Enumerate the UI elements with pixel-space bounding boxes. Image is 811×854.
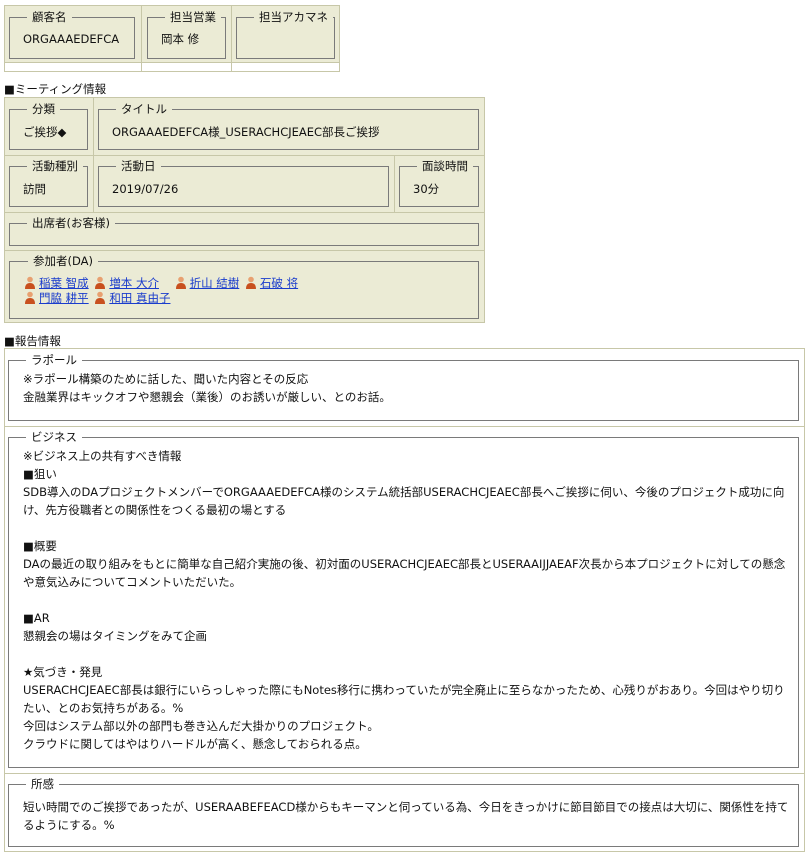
rapport-text: ※ラポール構築のために話した、聞いた内容とその反応 金融業界はキックオフや懇親会…	[23, 372, 391, 404]
title-value: ORGAAAEDEFCA様_USERACHCJEAEC部長ご挨拶	[112, 125, 380, 139]
rapport-label: ラポール	[31, 353, 77, 367]
customer-attendees-field: 出席者(お客様)	[9, 216, 479, 246]
person-icon	[25, 276, 35, 289]
participant-link[interactable]: 門脇 耕平	[39, 291, 89, 305]
customer-name-field: 顧客名 ORGAAAEDEFCA	[9, 10, 135, 59]
participant-link[interactable]: 増本 大介	[109, 276, 159, 290]
person-icon	[95, 276, 106, 289]
activity-type-field: 活動種別 訪問	[9, 159, 88, 207]
meeting-col-divider	[394, 155, 395, 212]
category-label: 分類	[32, 102, 55, 116]
participant: 石破 将	[245, 276, 298, 291]
customer-panel-footer	[4, 62, 340, 72]
person-icon	[245, 276, 256, 289]
title-field: タイトル ORGAAAEDEFCA様_USERACHCJEAEC部長ご挨拶	[98, 102, 479, 150]
participant-link[interactable]: 石破 将	[260, 276, 298, 290]
participants-field: 参加者(DA) 稲葉 智成 増本 大介 折山 結樹 石破 将 門脇 耕平 和田 …	[9, 254, 479, 319]
activity-type-value: 訪問	[23, 182, 46, 196]
sales-rep-label: 担当営業	[170, 10, 216, 24]
activity-date-label: 活動日	[121, 159, 156, 173]
person-icon	[95, 291, 106, 304]
customer-col-divider	[141, 5, 142, 72]
report-row-divider	[4, 426, 805, 427]
activity-date-field: 活動日 2019/07/26	[98, 159, 389, 207]
meeting-row-divider	[4, 212, 485, 213]
person-icon	[25, 291, 35, 304]
category-value: ご挨拶◆	[23, 125, 67, 139]
business-label: ビジネス	[31, 430, 77, 444]
business-text: ※ビジネス上の共有すべき情報 ■狙い SDB導入のDAプロジェクトメンバーでOR…	[23, 449, 786, 751]
report-row-divider	[4, 773, 805, 774]
participants-label: 参加者(DA)	[33, 254, 93, 268]
participant: 門脇 耕平	[24, 291, 89, 306]
participant-link[interactable]: 折山 結樹	[190, 276, 240, 290]
impression-field: 所感 短い時間でのご挨拶であったが、USERAABEFEACD様からもキーマンと…	[8, 777, 799, 847]
sales-rep-value: 岡本 修	[161, 32, 200, 46]
rapport-field: ラポール ※ラポール構築のために話した、聞いた内容とその反応 金融業界はキックオ…	[8, 353, 799, 421]
customer-col-divider	[231, 5, 232, 72]
customer-name-value: ORGAAAEDEFCA	[23, 32, 120, 46]
participant: 和田 真由子	[94, 291, 170, 306]
meeting-row-divider	[4, 155, 485, 156]
duration-field: 面談時間 30分	[399, 159, 479, 207]
meeting-section-heading: ■ミーティング情報	[4, 82, 107, 96]
participant-link[interactable]: 稲葉 智成	[39, 276, 89, 290]
participants-list: 稲葉 智成 増本 大介 折山 結樹 石破 将 門脇 耕平 和田 真由子	[24, 276, 324, 306]
activity-type-label: 活動種別	[32, 159, 78, 173]
account-manager-field: 担当アカマネ	[236, 10, 335, 59]
title-label: タイトル	[121, 102, 167, 116]
person-icon	[175, 276, 186, 289]
activity-date-value: 2019/07/26	[112, 182, 179, 196]
customer-attendees-label: 出席者(お客様)	[32, 216, 110, 230]
business-field: ビジネス ※ビジネス上の共有すべき情報 ■狙い SDB導入のDAプロジェクトメン…	[8, 430, 799, 768]
impression-label: 所感	[31, 777, 54, 791]
participant: 折山 結樹	[175, 276, 240, 291]
participant: 稲葉 智成	[24, 276, 89, 291]
duration-label: 面談時間	[422, 159, 468, 173]
meeting-row-divider	[4, 250, 485, 251]
impression-text: 短い時間でのご挨拶であったが、USERAABEFEACD様からもキーマンと伺って…	[23, 800, 789, 832]
participant: 増本 大介	[94, 276, 159, 291]
category-field: 分類 ご挨拶◆	[9, 102, 88, 150]
customer-name-label: 顧客名	[32, 10, 67, 24]
participant-link[interactable]: 和田 真由子	[109, 291, 170, 305]
sales-rep-field: 担当営業 岡本 修	[147, 10, 226, 59]
meeting-col-divider	[93, 97, 94, 212]
report-section-heading: ■報告情報	[4, 334, 61, 348]
duration-value: 30分	[413, 182, 440, 196]
account-manager-label: 担当アカマネ	[259, 10, 328, 24]
